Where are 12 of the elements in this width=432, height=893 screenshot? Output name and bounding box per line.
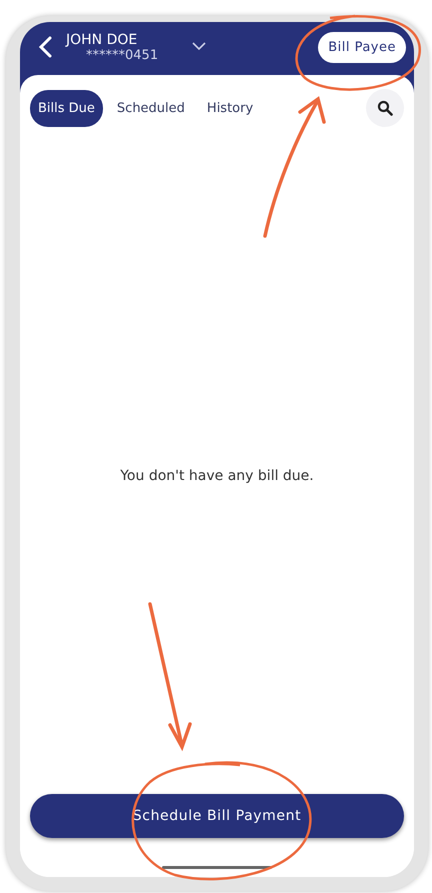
search-button[interactable] [366, 89, 404, 127]
tab[interactable]: History [198, 90, 262, 126]
account-number: ******0451 [85, 48, 158, 63]
bill-payee-button[interactable]: Bill Payee [318, 32, 406, 63]
search-icon [377, 100, 393, 116]
back-icon[interactable] [38, 36, 52, 58]
tab[interactable]: Bills Due [30, 90, 103, 126]
tab[interactable]: Scheduled [108, 90, 193, 126]
chevron-down-icon[interactable] [192, 42, 206, 50]
account-name: JOHN DOE [66, 32, 138, 48]
schedule-payment-button[interactable]: Schedule Bill Payment [30, 794, 404, 838]
empty-message: You don't have any bill due. [120, 466, 314, 484]
